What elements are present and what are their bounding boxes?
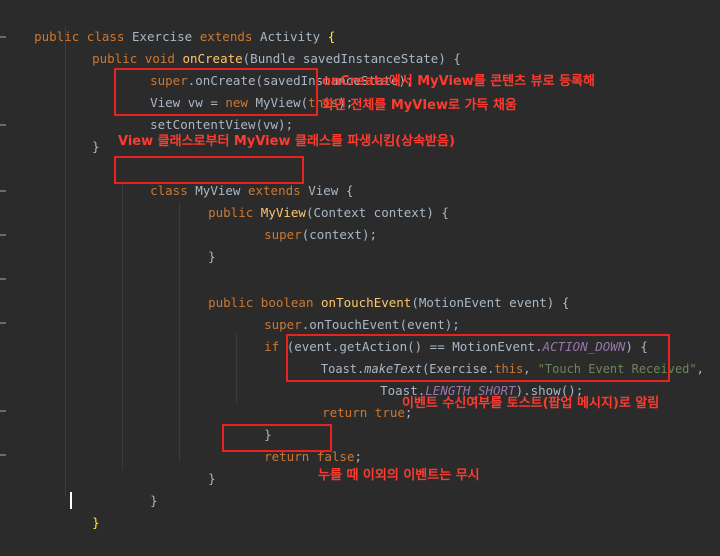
code-line[interactable]: }: [178, 446, 216, 486]
code-line[interactable]: }: [62, 490, 100, 530]
code-line[interactable]: public boolean onTouchEvent(MotionEvent …: [178, 270, 569, 310]
code-token: true: [374, 405, 405, 420]
code-line[interactable]: }: [178, 224, 216, 264]
code-line[interactable]: if (event.getAction() == MotionEvent.ACT…: [234, 314, 648, 354]
annotation-text: 누를 때 이외의 이벤트는 무시: [318, 468, 480, 483]
fold-marker[interactable]: [0, 322, 6, 324]
annotation-text: 화면 전체를 MyVIew로 가득 채움: [322, 98, 517, 113]
code-token: }: [208, 471, 216, 486]
fold-marker[interactable]: [0, 124, 6, 126]
code-line[interactable]: }: [120, 468, 158, 508]
code-token: (context);: [301, 227, 378, 242]
fold-marker[interactable]: [0, 278, 6, 280]
code-line[interactable]: public void onCreate(Bundle savedInstanc…: [62, 26, 461, 66]
highlight-box: [222, 424, 332, 452]
indent-guide: [65, 26, 66, 496]
code-line[interactable]: super(context);: [234, 202, 377, 242]
code-line[interactable]: super.onCreate(savedInstanceState);: [120, 48, 413, 88]
text-caret: [70, 492, 72, 509]
code-line[interactable]: return true;: [292, 380, 412, 420]
highlight-box: [286, 334, 670, 382]
fold-marker[interactable]: [0, 410, 6, 412]
fold-marker[interactable]: [0, 454, 6, 456]
code-token: super: [264, 227, 302, 242]
code-token: }: [150, 493, 158, 508]
code-token: ,: [696, 362, 704, 376]
code-token: if: [264, 339, 280, 354]
highlight-box: [114, 156, 304, 184]
annotation-text: onCreate에서 MyView를 콘텐츠 뷰로 등록해: [322, 74, 595, 89]
code-token: }: [92, 139, 100, 154]
annotation-text: View 클래스로부터 MyView 클래스를 파생시킴(상속받음): [118, 134, 455, 149]
code-token: }: [208, 249, 216, 264]
code-line[interactable]: }: [234, 402, 272, 442]
code-line[interactable]: public class Exercise extends Activity {: [4, 4, 335, 44]
code-token: return: [322, 405, 368, 420]
fold-marker[interactable]: [0, 190, 6, 192]
code-token: }: [92, 515, 100, 530]
code-editor[interactable]: public class Exercise extends Activity {…: [0, 0, 720, 530]
annotation-text: 이벤트 수신여부를 토스트(팝업 메시지)로 알림: [402, 396, 660, 411]
code-line[interactable]: }: [62, 114, 100, 154]
code-line[interactable]: super.onTouchEvent(event);: [234, 292, 460, 332]
fold-marker[interactable]: [0, 234, 6, 236]
highlight-box: [114, 68, 318, 116]
code-token: ;: [354, 449, 362, 464]
